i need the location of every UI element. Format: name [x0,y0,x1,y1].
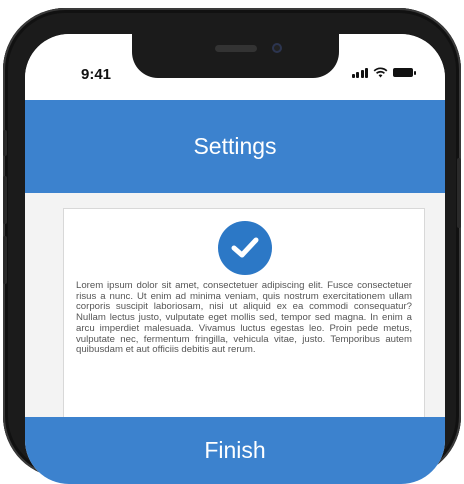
volume-down-button [3,236,7,284]
phone-screen: 9:41 Settings Lorem ipsum dolor sit amet… [25,34,445,484]
finish-button-label: Finish [204,437,266,463]
volume-up-button [3,176,7,224]
check-circle-icon [218,221,272,275]
notch [132,34,339,78]
phone-frame: 9:41 Settings Lorem ipsum dolor sit amet… [3,8,461,484]
mute-switch [3,130,7,156]
power-button [457,158,461,228]
card-body-text: Lorem ipsum dolor sit amet, consectetuer… [76,280,412,356]
battery-icon [393,68,416,77]
status-icons [351,67,416,78]
speaker-grille [215,45,257,52]
cellular-signal-icon [351,67,368,78]
finish-button[interactable]: Finish [25,417,445,484]
checkmark-icon [231,237,259,258]
app-header: Settings [25,100,445,193]
status-time: 9:41 [81,66,112,83]
front-camera [272,43,282,53]
content-card: Lorem ipsum dolor sit amet, consectetuer… [63,208,425,450]
wifi-icon [373,67,388,78]
page-title: Settings [193,133,277,159]
